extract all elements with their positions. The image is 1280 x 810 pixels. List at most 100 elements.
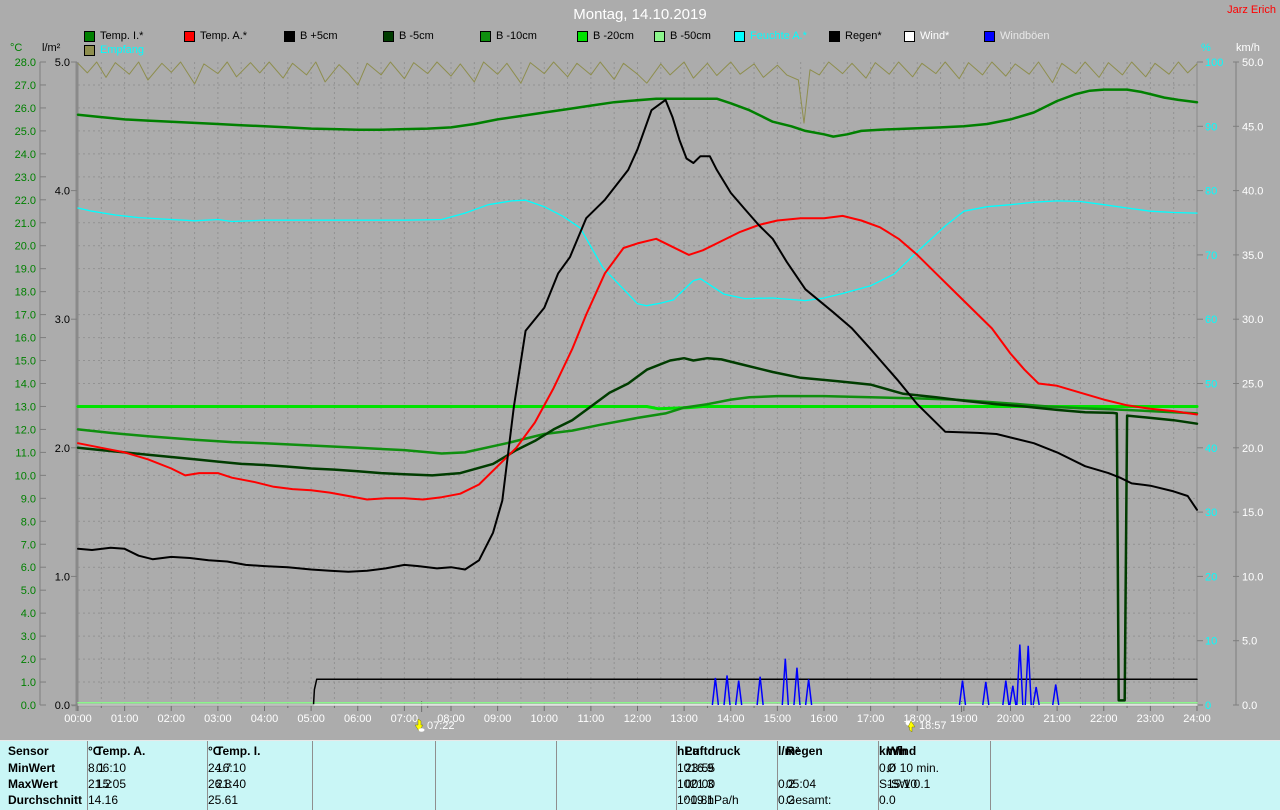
hour-label: 06:00 [344, 713, 372, 725]
table-cell-value: 21.2 [88, 777, 112, 791]
table-cell-value: 0.0 [879, 793, 896, 807]
rain-tick-label: 5.0 [55, 57, 70, 69]
sunrise-time: 07:22 [427, 719, 455, 732]
temp-tick-label: 10.0 [15, 470, 36, 482]
hour-label: 15:00 [764, 713, 792, 725]
temp-tick-label: 25.0 [15, 126, 36, 138]
kmh-tick-label: 15.0 [1242, 507, 1263, 519]
table-col-unit: °C [208, 744, 222, 758]
hour-label: 04:00 [251, 713, 279, 725]
temp-tick-label: 15.0 [15, 356, 36, 368]
table-cell-value: 25.61 [208, 793, 239, 807]
temp-tick-label: 14.0 [15, 379, 36, 391]
temp-tick-label: 4.0 [21, 608, 36, 620]
table-col-empty-3 [435, 741, 556, 810]
percent-tick-label: 50 [1205, 379, 1217, 391]
temp-tick-label: 21.0 [15, 218, 36, 230]
percent-tick-label: 100 [1205, 57, 1223, 69]
percent-tick-label: 70 [1205, 250, 1217, 262]
rain-tick-label: 0.0 [55, 700, 70, 712]
temp-tick-label: 11.0 [15, 447, 36, 459]
table-cell-value: 1021.3 [677, 777, 714, 791]
chart-plot-area: 0.0 1.0 2.0 3.0 4.0 5.0 6.0 7.0 8.0 9.0 10.0 11.0 12… [15, 57, 1264, 725]
temp-tick-label: 20.0 [15, 241, 36, 253]
percent-tick-label: 20 [1205, 571, 1217, 583]
temp-tick-label: 8.0 [21, 516, 36, 528]
rain-tick-label: 2.0 [55, 443, 70, 455]
kmh-tick-label: 5.0 [1242, 636, 1257, 648]
temp-tick-label: 28.0 [15, 57, 36, 69]
series-b_m5 [76, 356, 1199, 702]
series-windboen [711, 644, 1060, 706]
kmh-tick-label: 25.0 [1242, 379, 1263, 391]
temp-tick-label: 22.0 [15, 195, 36, 207]
hour-label: 01:00 [111, 713, 139, 725]
table-cell-value: 24.7 [208, 761, 232, 775]
sunrise-marker: 07:22 [413, 719, 455, 732]
hour-label: 10:00 [530, 713, 558, 725]
temp-tick-label: 12.0 [15, 424, 36, 436]
table-col-empty-4 [556, 741, 676, 810]
percent-tick-label: 40 [1205, 443, 1217, 455]
kmh-tick-label: 0.0 [1242, 700, 1257, 712]
temp-tick-label: 16.0 [15, 333, 36, 345]
temp-tick-label: 9.0 [21, 493, 36, 505]
kmh-tick-label: 45.0 [1242, 121, 1263, 133]
percent-tick-label: 90 [1205, 121, 1217, 133]
kmh-tick-label: 35.0 [1242, 250, 1263, 262]
kmh-tick-label: 40.0 [1242, 186, 1263, 198]
rain-tick-label: 4.0 [55, 186, 70, 198]
table-cell-value: 1019.1 [677, 793, 714, 807]
hour-label: 09:00 [484, 713, 512, 725]
temp-tick-label: 17.0 [15, 310, 36, 322]
kmh-tick-label: 30.0 [1242, 314, 1263, 326]
table-col-empty-2 [312, 741, 435, 810]
sunset-marker: 18:57 [905, 719, 947, 732]
kmh-tick-label: 10.0 [1242, 571, 1263, 583]
temp-tick-label: 6.0 [21, 562, 36, 574]
table-col-luftdruck: Luftdruck hPa 23:55 1016.9 00:00 1021.3 ^0.8hP… [676, 741, 777, 810]
table-col-unit: l/m² [778, 744, 800, 758]
table-cell-value: 0.0 [879, 761, 896, 775]
table-row-labels: Sensor MinWert MaxWert Durchschnitt [0, 741, 87, 810]
table-row-label: MinWert [8, 761, 56, 775]
table-row-label: Sensor [8, 744, 49, 758]
hour-label: 24:00 [1183, 713, 1211, 725]
weather-station-window: Montag, 14.10.2019 Jarz Erich °C l/m² % … [0, 0, 1280, 810]
percent-tick-label: 80 [1205, 186, 1217, 198]
series-b_m10 [76, 394, 1199, 455]
temp-tick-label: 5.0 [21, 585, 36, 597]
hour-label: 11:00 [578, 713, 605, 725]
hour-label: 22:00 [1090, 713, 1118, 725]
temp-tick-label: 27.0 [15, 80, 36, 92]
temp-tick-label: 7.0 [21, 539, 36, 551]
hour-label: 17:00 [857, 713, 885, 725]
hour-label: 05:00 [297, 713, 325, 725]
temp-tick-label: 1.0 [21, 677, 36, 689]
hour-label: 13:00 [670, 713, 698, 725]
sunrise-icon [414, 719, 425, 732]
table-cell-value: 1016.9 [677, 761, 714, 775]
sunset-icon [905, 720, 916, 732]
temp-tick-label: 26.0 [15, 103, 36, 115]
temp-tick-label: 19.0 [15, 264, 36, 276]
hour-label: 16:00 [810, 713, 838, 725]
rain-tick-label: 3.0 [55, 314, 70, 326]
hour-label: 20:00 [997, 713, 1025, 725]
temp-tick-label: 0.0 [21, 700, 36, 712]
hour-label: 02:00 [157, 713, 185, 725]
table-cell-value: 0.2 [778, 777, 795, 791]
percent-tick-label: 10 [1205, 636, 1217, 648]
table-col-temp-i-: Temp. I. °C 16:10 24.7 21:40 26.8 25.61 [207, 741, 312, 810]
hour-label: 12:00 [624, 713, 652, 725]
temp-tick-label: 23.0 [15, 172, 36, 184]
temp-tick-label: 18.0 [15, 287, 36, 299]
hour-label: 23:00 [1137, 713, 1165, 725]
table-col-regen: Regen l/m² 05:04 0.2 Gesamt: 0.2 [777, 741, 878, 810]
temp-tick-label: 3.0 [21, 631, 36, 643]
sunset-time: 18:57 [919, 719, 947, 732]
table-col-unit: °C [88, 744, 102, 758]
table-row-label: MaxWert [8, 777, 58, 791]
kmh-tick-label: 50.0 [1242, 57, 1263, 69]
series-b_p5 [77, 98, 1198, 573]
